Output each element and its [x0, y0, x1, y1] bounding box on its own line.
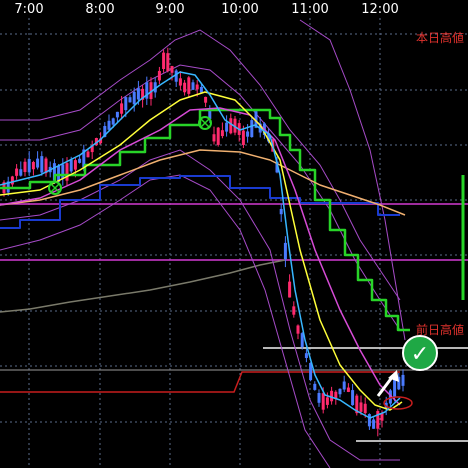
- candle-body: [359, 402, 363, 412]
- candle-body: [199, 87, 203, 93]
- x-tick-label: 11:00: [291, 2, 328, 17]
- candle-body: [288, 281, 292, 298]
- candle-body: [372, 419, 376, 429]
- candle-body: [115, 111, 119, 118]
- candle-body: [300, 333, 304, 348]
- prev-day-high-label: 前日高値: [416, 322, 464, 337]
- x-tick-label: 7:00: [14, 2, 43, 17]
- x-axis-ticks: 7:00 8:00 9:00 10:00 11:00 12:00: [14, 2, 398, 17]
- candle-body: [304, 353, 308, 358]
- candle-body: [178, 78, 182, 86]
- bollinger-band-line: [0, 174, 331, 468]
- candle-body: [321, 393, 325, 410]
- candle-body: [187, 77, 191, 94]
- candle-body: [191, 82, 195, 90]
- candle-body: [69, 159, 73, 172]
- candle-body: [225, 122, 229, 132]
- check-icon: ✓: [411, 342, 429, 367]
- step-line-green: [0, 108, 410, 332]
- x-tick-label: 10:00: [221, 2, 258, 17]
- candle-body: [195, 84, 199, 90]
- bollinger-band-line: [0, 149, 400, 461]
- candle-body: [220, 130, 224, 137]
- candle-body: [31, 162, 35, 170]
- candle-body: [40, 156, 44, 173]
- candle-body: [111, 118, 115, 125]
- candle-body: [204, 96, 208, 103]
- candle-body: [136, 88, 140, 100]
- candle-body: [124, 97, 128, 111]
- candle-body: [212, 134, 216, 142]
- candle-body: [78, 158, 82, 163]
- candle-body: [128, 97, 132, 103]
- candle-body: [107, 120, 111, 130]
- candle-body: [241, 130, 245, 145]
- candle-body: [380, 413, 384, 421]
- candle-body: [330, 390, 334, 402]
- candle-body: [363, 403, 367, 414]
- candle-body: [36, 158, 40, 168]
- candle-body: [229, 118, 233, 134]
- moving-average-mid: [0, 91, 403, 411]
- candle-body: [23, 161, 27, 172]
- moving-average-slow: [0, 107, 401, 406]
- candle-body: [73, 160, 77, 170]
- x-tick-label: 8:00: [85, 2, 114, 17]
- candle-body: [157, 70, 161, 81]
- check-badge: ✓: [402, 335, 438, 371]
- candle-body: [183, 82, 187, 93]
- candle-body: [279, 208, 283, 215]
- level-line: [0, 259, 286, 313]
- candle-body: [216, 127, 220, 145]
- candle-body: [170, 65, 174, 73]
- candle-body: [342, 381, 346, 390]
- candle-body: [166, 53, 170, 72]
- candle-body: [19, 169, 23, 176]
- candle-body: [338, 388, 342, 395]
- candle-body: [325, 397, 329, 405]
- candle-body: [351, 390, 355, 406]
- candle-body: [250, 120, 254, 138]
- candle-body: [292, 306, 296, 315]
- candle-body: [15, 168, 19, 176]
- candle-body: [317, 393, 321, 403]
- candle-body: [27, 159, 31, 173]
- candle-body: [283, 242, 287, 260]
- x-tick-label: 12:00: [361, 2, 398, 17]
- candle-body: [174, 70, 178, 82]
- candle-body: [65, 163, 69, 181]
- candle-body: [162, 52, 166, 69]
- candle-body: [86, 151, 90, 158]
- candle-body: [393, 379, 397, 397]
- candle-body: [132, 91, 136, 105]
- today-high-label: 本日高値: [416, 30, 464, 45]
- candle-body: [61, 164, 65, 179]
- bollinger-band-line: [0, 64, 401, 331]
- candle-body: [346, 387, 350, 392]
- candle-body: [10, 176, 14, 185]
- x-tick-label: 9:00: [155, 2, 184, 17]
- candle-body: [296, 325, 300, 334]
- candle-body: [246, 131, 250, 137]
- price-chart: 7:00 8:00 9:00 10:00 11:00 12:00 本日高値 前日…: [0, 0, 468, 468]
- candle-body: [401, 374, 405, 386]
- candle-body: [120, 103, 124, 114]
- candle-body: [367, 414, 371, 427]
- candle-body: [313, 383, 317, 390]
